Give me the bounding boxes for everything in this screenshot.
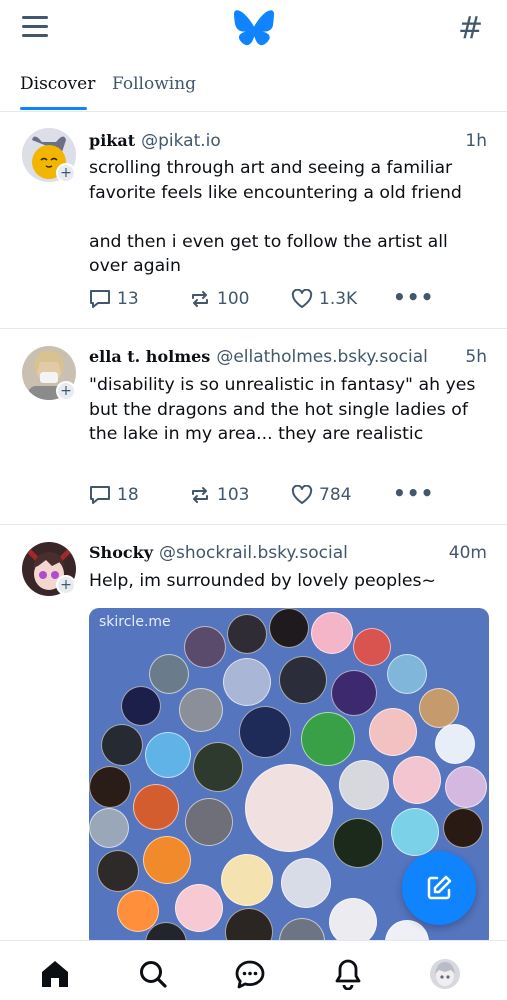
post-text: scrolling through art and seeing a famil… xyxy=(89,158,462,276)
feed-post[interactable]: + pikat @pikat.io 1h scrolling through ar… xyxy=(0,113,507,329)
bell-icon[interactable] xyxy=(331,957,365,991)
like-button[interactable]: 1.3K xyxy=(291,287,357,311)
reply-icon xyxy=(90,486,110,504)
post-actions: 18 103 784 ••• xyxy=(89,483,489,507)
bottom-navigation xyxy=(0,940,507,1000)
feed-post[interactable]: + ella t. holmes @ellatholmes.bsky.social… xyxy=(0,329,507,525)
repost-count: 103 xyxy=(217,485,250,505)
reply-button[interactable]: 18 xyxy=(89,483,139,507)
avatar[interactable] xyxy=(428,957,462,991)
compose-pencil-icon xyxy=(427,875,452,900)
repost-button[interactable]: 100 xyxy=(189,287,249,311)
butterfly-logo-icon xyxy=(234,10,274,46)
author-display-name[interactable]: Shocky xyxy=(89,543,153,562)
post-text: "disability is so unrealistic in fantasy… xyxy=(89,375,481,444)
like-button[interactable]: 784 xyxy=(291,483,351,507)
chat-icon[interactable] xyxy=(233,957,267,991)
repost-button[interactable]: 103 xyxy=(189,483,249,507)
tab-following[interactable]: Following xyxy=(112,74,196,94)
repost-count: 100 xyxy=(217,289,250,309)
post-header: pikat @pikat.io 1h xyxy=(89,131,487,155)
repost-icon xyxy=(192,291,208,307)
search-icon[interactable] xyxy=(136,957,170,991)
post-header: Shocky @shockrail.bsky.social 40m xyxy=(89,543,487,567)
compose-post-button[interactable] xyxy=(402,851,476,925)
feed-tabs: Discover Following xyxy=(0,58,507,112)
home-icon[interactable] xyxy=(38,957,72,991)
follow-plus-button[interactable]: + xyxy=(56,575,76,595)
reply-icon xyxy=(90,290,110,308)
more-options-icon[interactable]: ••• xyxy=(393,483,434,503)
author-handle[interactable]: @shockrail.bsky.social xyxy=(159,543,348,563)
follow-plus-button[interactable]: + xyxy=(56,163,76,183)
post-header: ella t. holmes @ellatholmes.bsky.social 5… xyxy=(89,347,487,371)
author-display-name[interactable]: pikat xyxy=(89,131,135,150)
heart-icon xyxy=(291,485,313,504)
reply-count: 18 xyxy=(117,485,139,505)
follow-plus-button[interactable]: + xyxy=(56,381,76,401)
post-text: Help, im surrounded by lovely peoples~ xyxy=(89,571,437,591)
repost-icon xyxy=(192,487,208,503)
like-count: 1.3K xyxy=(319,289,358,309)
reply-button[interactable]: 13 xyxy=(89,287,139,311)
author-handle[interactable]: @pikat.io xyxy=(141,131,221,151)
hamburger-menu-icon[interactable] xyxy=(22,16,50,40)
author-display-name[interactable]: ella t. holmes xyxy=(89,347,210,366)
author-handle[interactable]: @ellatholmes.bsky.social xyxy=(216,347,428,367)
top-bar: # xyxy=(0,0,507,58)
embed-watermark-label: skircle.me xyxy=(99,614,171,630)
post-timestamp[interactable]: 1h xyxy=(465,131,487,151)
heart-icon xyxy=(291,289,313,308)
active-tab-indicator xyxy=(20,107,87,110)
tab-discover[interactable]: Discover xyxy=(20,74,95,94)
like-count: 784 xyxy=(319,485,352,505)
more-options-icon[interactable]: ••• xyxy=(393,287,434,307)
post-actions: 13 100 1.3K ••• xyxy=(89,287,489,311)
post-timestamp[interactable]: 5h xyxy=(465,347,487,367)
hashtag-feeds-button[interactable]: # xyxy=(458,12,483,46)
reply-count: 13 xyxy=(117,289,139,309)
post-timestamp[interactable]: 40m xyxy=(449,543,487,563)
